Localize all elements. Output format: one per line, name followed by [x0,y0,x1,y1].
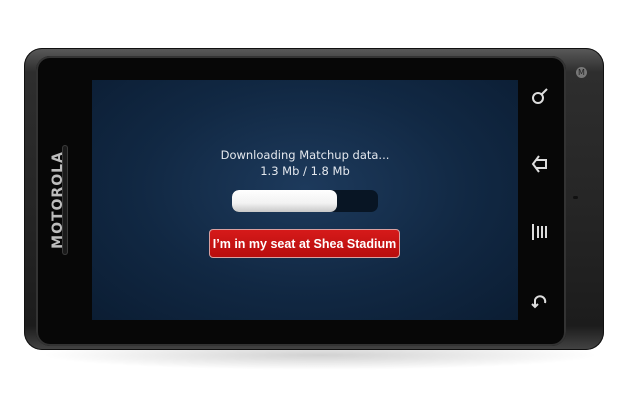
back-icon[interactable] [528,290,552,314]
brand-label: MOTOROLA [50,151,66,249]
home-icon[interactable] [528,154,552,178]
download-progress-bar [232,190,378,212]
menu-icon[interactable] [528,222,552,246]
sensor-dot [573,196,578,199]
motorola-logo-icon: M [576,67,587,78]
progress-fill [232,190,338,212]
in-my-seat-button[interactable]: I’m in my seat at Shea Stadium [209,229,400,258]
download-size-text: 1.3 Mb / 1.8 Mb [260,164,350,178]
status-text: Downloading Matchup data... [220,148,390,162]
search-icon[interactable] [528,86,552,110]
